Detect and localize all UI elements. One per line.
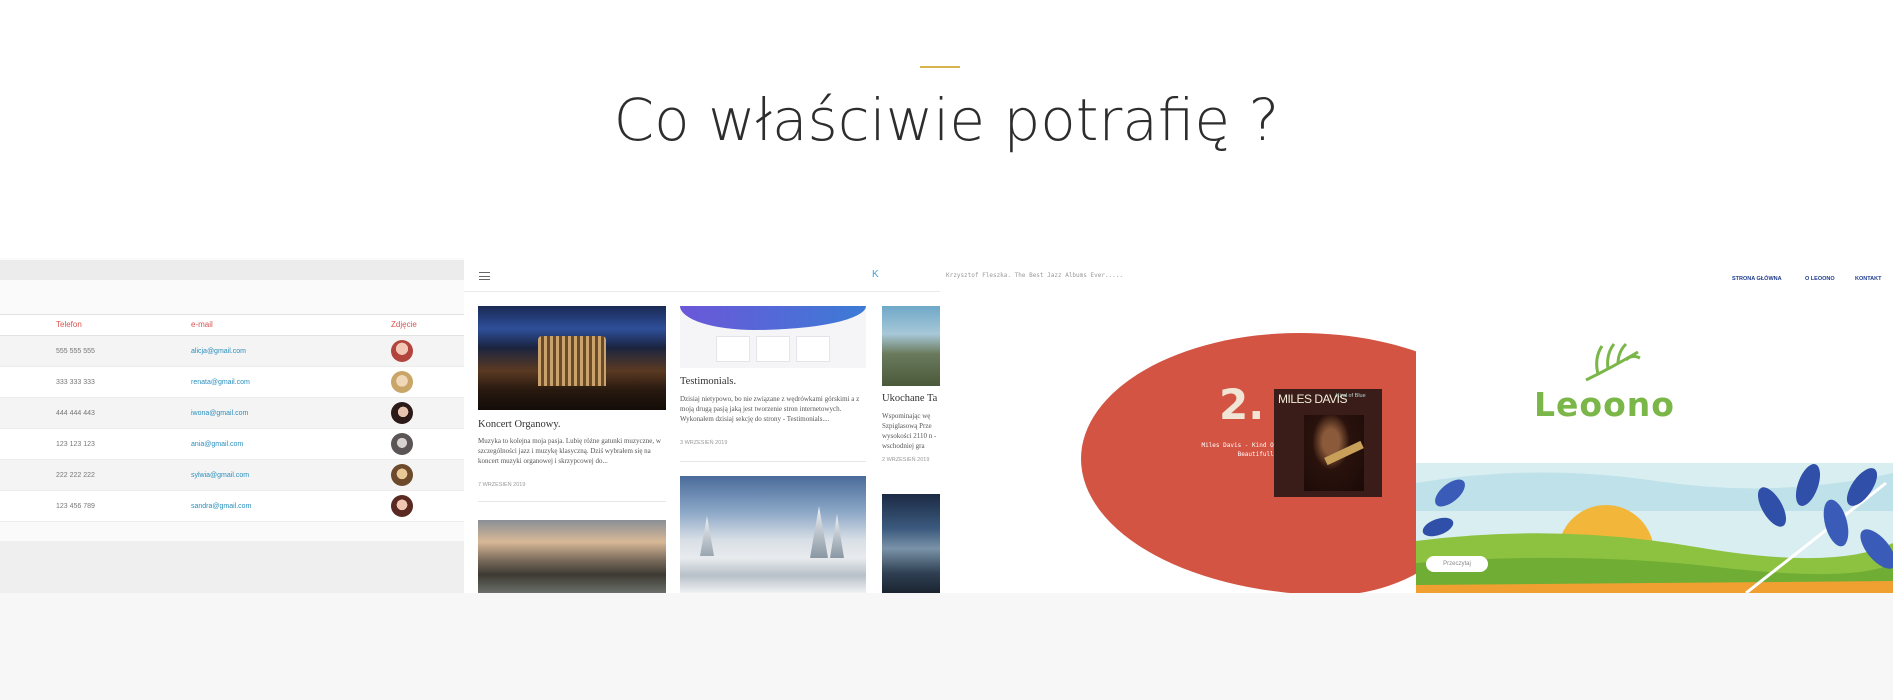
avatar <box>391 495 413 517</box>
post-excerpt: Muzyka to kolejna moja pasja. Lubię różn… <box>478 437 661 465</box>
email-link[interactable]: iwona@gmail.com <box>191 410 248 417</box>
portfolio-item-jazz-albums[interactable]: Krzysztof Fleszka. The Best Jazz Albums … <box>940 258 1416 593</box>
organ-concert-image[interactable] <box>478 306 666 410</box>
email-link[interactable]: renata@gmail.com <box>191 379 250 386</box>
post-date: 3 WRZESIEŃ 2019 <box>680 440 728 446</box>
post-title[interactable]: Ukochane Ta <box>882 393 937 404</box>
table-row: 123 123 123 ania@gmail.com <box>0 429 464 460</box>
cover-title: Kind of Blue <box>1336 393 1366 399</box>
avatar <box>391 464 413 486</box>
avatar <box>391 433 413 455</box>
post-excerpt: Wspominając wę Szpiglasową Prze wysokośc… <box>882 412 937 450</box>
nav-link-home[interactable]: STRONA GŁÓWNA <box>1732 276 1782 282</box>
email-link[interactable]: ania@gmail.com <box>191 441 243 448</box>
portfolio-strip: Telefon e-mail Zdjęcie 555 555 555 alicj… <box>0 258 1893 593</box>
post-title[interactable]: Testimonials. <box>680 376 736 387</box>
album-rank: 2. <box>1219 380 1265 429</box>
table-row: 333 333 333 renata@gmail.com <box>0 367 464 398</box>
column-header-phone: Telefon <box>56 320 82 329</box>
landscape-illustration <box>1416 463 1893 593</box>
phone-cell: 123 123 123 <box>56 441 95 448</box>
table-footer <box>0 541 464 593</box>
section-title: Co właściwie potrafię ? <box>613 86 1280 154</box>
testimonials-image[interactable] <box>680 306 866 368</box>
phone-cell: 555 555 555 <box>56 348 95 355</box>
table-row: 555 555 555 alicja@gmail.com <box>0 336 464 367</box>
portfolio-item-leoono[interactable]: STRONA GŁÓWNA O LEOONO KONTAKT Leoono Pr… <box>1416 258 1893 593</box>
section-footer-band <box>0 593 1893 700</box>
album-cover[interactable]: MILES DAVIS Kind of Blue <box>1274 389 1382 497</box>
phone-cell: 333 333 333 <box>56 379 95 386</box>
phone-cell: 222 222 222 <box>56 472 95 479</box>
avatar <box>391 371 413 393</box>
post-excerpt: Dzisiaj nietypowo, bo nie związane z węd… <box>680 395 860 423</box>
mountain-sunset-image[interactable] <box>478 520 666 593</box>
post-divider <box>478 501 666 502</box>
portfolio-item-blog[interactable]: K Koncert Organowy. Muzyka to kolejna mo… <box>464 258 940 593</box>
column-header-email: e-mail <box>191 320 213 329</box>
post-date: 2 WRZESIEŃ 2019 <box>882 457 930 463</box>
column-header-photo: Zdjęcie <box>391 320 417 329</box>
table-row: 123 456 789 sandra@gmail.com <box>0 491 464 522</box>
blog-navbar: K <box>464 258 940 292</box>
site-breadcrumb: Krzysztof Fleszka. The Best Jazz Albums … <box>946 272 1124 279</box>
email-link[interactable]: sylwia@gmail.com <box>191 472 249 479</box>
read-more-button[interactable]: Przeczytaj <box>1426 556 1488 572</box>
post-date: 7 WRZESIEŃ 2019 <box>478 482 526 488</box>
table-row: 444 444 443 iwona@gmail.com <box>0 398 464 429</box>
post-divider <box>680 461 866 462</box>
email-link[interactable]: alicja@gmail.com <box>191 348 246 355</box>
hamburger-menu-icon[interactable] <box>479 272 490 280</box>
table-toolbar <box>0 260 464 280</box>
mountain-valley-image[interactable] <box>882 306 940 386</box>
post-title[interactable]: Koncert Organowy. <box>478 419 561 430</box>
accent-line <box>920 66 960 68</box>
nav-link-contact[interactable]: KONTAKT <box>1855 276 1881 282</box>
blog-logo[interactable]: K <box>872 269 879 280</box>
phone-cell: 123 456 789 <box>56 503 95 510</box>
table-row: 222 222 222 sylwia@gmail.com <box>0 460 464 491</box>
phone-cell: 444 444 443 <box>56 410 95 417</box>
leaf-logo-icon <box>1585 342 1641 382</box>
email-link[interactable]: sandra@gmail.com <box>191 503 251 510</box>
avatar <box>391 340 413 362</box>
winter-forest-image[interactable] <box>680 476 866 593</box>
mountain-lake-image[interactable] <box>882 494 940 593</box>
nav-link-about[interactable]: O LEOONO <box>1805 276 1835 282</box>
avatar <box>391 402 413 424</box>
portfolio-item-contacts[interactable]: Telefon e-mail Zdjęcie 555 555 555 alicj… <box>0 258 464 593</box>
brand-logo: Leoono <box>1534 385 1675 424</box>
